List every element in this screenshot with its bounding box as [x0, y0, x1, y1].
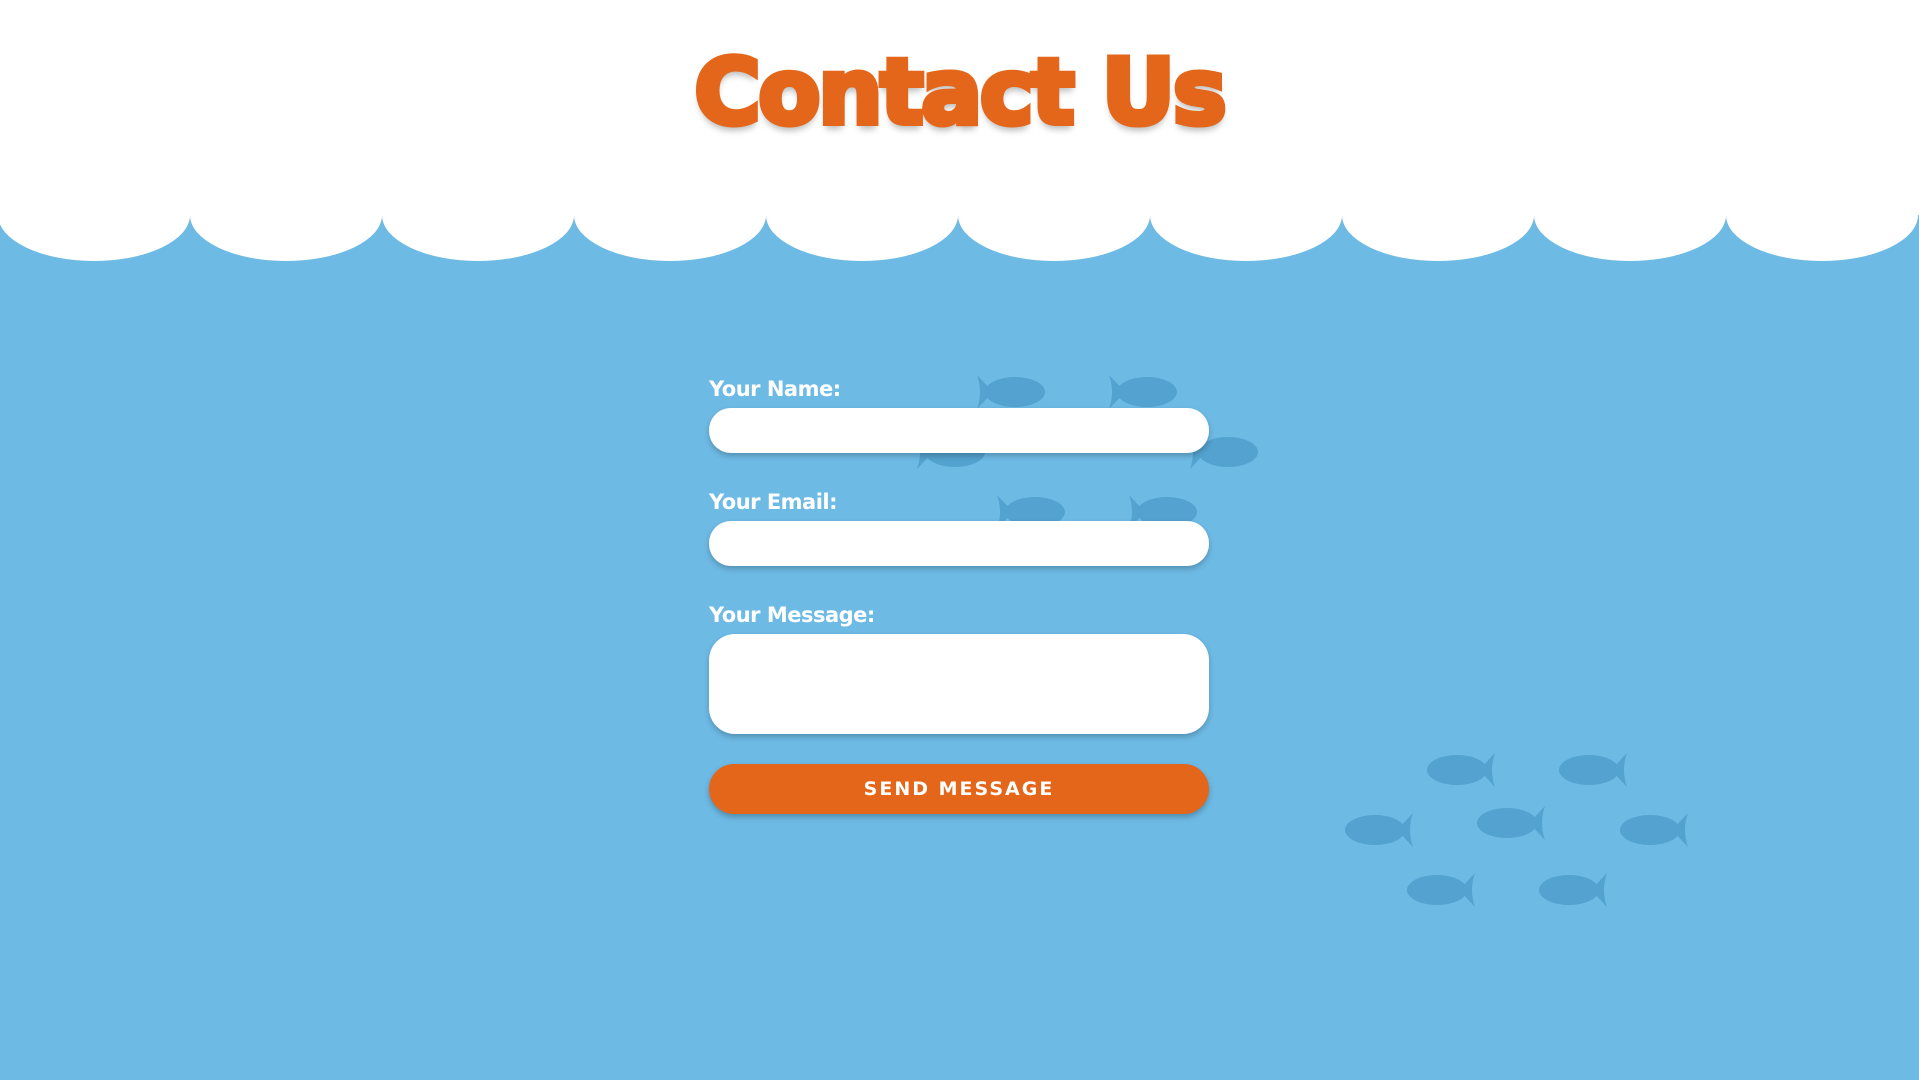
page-title: Contact Us: [691, 40, 1229, 145]
send-message-button[interactable]: SEND MESSAGE: [709, 764, 1209, 814]
message-field-group: Your Message:: [709, 600, 1209, 734]
message-label: Your Message:: [709, 603, 875, 627]
contact-page: Contact Us Your Name: Your Email: Your M…: [0, 0, 1919, 1080]
email-field-group: Your Email:: [709, 487, 1209, 566]
fish-icon: [1620, 813, 1688, 847]
name-input[interactable]: [709, 408, 1209, 453]
fish-icon: [1477, 806, 1545, 840]
fish-icon: [1345, 813, 1413, 847]
name-field-group: Your Name:: [709, 374, 1209, 453]
contact-form: Your Name: Your Email: Your Message: SEN…: [709, 374, 1209, 814]
email-input[interactable]: [709, 521, 1209, 566]
message-input[interactable]: [709, 634, 1209, 734]
fish-icon: [1407, 873, 1475, 907]
name-label: Your Name:: [709, 377, 841, 401]
fish-icon: [1559, 753, 1627, 787]
page-header: Contact Us: [0, 0, 1919, 270]
email-label: Your Email:: [709, 490, 838, 514]
fish-icon: [1539, 873, 1607, 907]
fish-icon: [1427, 753, 1495, 787]
